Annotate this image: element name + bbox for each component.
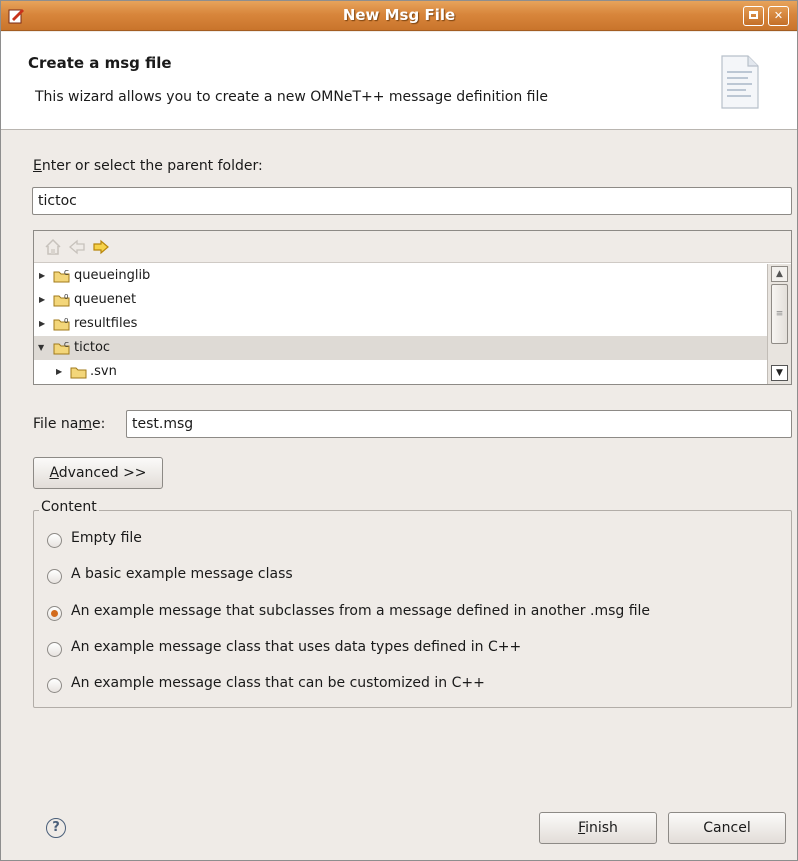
close-icon: ✕ [773, 9, 784, 22]
tree-item-label: tictoc [74, 340, 111, 355]
advanced-mnemonic: A [49, 465, 59, 481]
parent-folder-mnemonic: E [33, 158, 42, 174]
close-button[interactable]: ✕ [768, 6, 789, 26]
finish-button[interactable]: Finish [539, 812, 657, 844]
wizard-banner: Create a msg file This wizard allows you… [1, 32, 797, 130]
forward-arrow-icon[interactable] [92, 238, 110, 256]
file-name-mnemonic: m [78, 416, 92, 432]
radio-button[interactable] [47, 569, 62, 584]
document-icon [721, 55, 759, 109]
home-icon[interactable] [44, 238, 62, 256]
tree-row-queueinglib[interactable]: ▶ C queueinglib [34, 264, 767, 288]
page-title: Create a msg file [28, 54, 172, 72]
parent-folder-input[interactable]: tictoc [32, 187, 792, 215]
maximize-button[interactable] [743, 6, 764, 26]
radio-button[interactable] [47, 533, 62, 548]
back-arrow-icon[interactable] [68, 238, 86, 256]
collapse-arrow-icon[interactable]: ▼ [38, 336, 48, 360]
radio-button-selected[interactable] [47, 606, 62, 621]
project-folder-icon: 0 [53, 317, 70, 331]
option-label: An example message that subclasses from … [71, 603, 651, 619]
content-group-title: Content [39, 499, 99, 515]
expand-arrow-icon[interactable]: ▶ [39, 264, 49, 288]
option-label: An example message class that uses data … [71, 639, 522, 655]
advanced-button[interactable]: Advanced >> [33, 457, 163, 489]
tree-item-label: .svn [90, 364, 117, 379]
file-name-input[interactable]: test.msg [126, 410, 792, 438]
svg-text:0: 0 [64, 317, 68, 325]
option-label: An example message class that can be cus… [71, 675, 485, 691]
tree-item-label: resultfiles [74, 316, 138, 331]
file-name-label: File name: [33, 416, 105, 432]
radio-button[interactable] [47, 642, 62, 657]
tree-row-queuenet[interactable]: ▶ 0 queuenet [34, 288, 767, 312]
expand-arrow-icon[interactable]: ▶ [56, 360, 66, 384]
help-icon[interactable]: ? [46, 818, 66, 838]
parent-folder-label-text: nter or select the parent folder: [41, 158, 263, 174]
page-description: This wizard allows you to create a new O… [35, 89, 548, 105]
maximize-icon [749, 11, 758, 19]
folder-icon [70, 367, 87, 379]
tree-row-tictoc[interactable]: ▼ C tictoc [34, 336, 767, 360]
finish-label: inish [585, 820, 618, 836]
tree-row-svn[interactable]: ▶ .svn [34, 360, 767, 384]
scroll-up-button[interactable]: ▲ [771, 266, 788, 282]
project-folder-icon: C [53, 341, 70, 355]
scroll-down-button[interactable]: ▼ [771, 365, 788, 381]
svg-text:C: C [64, 269, 69, 277]
cancel-button[interactable]: Cancel [668, 812, 786, 844]
tree-item-label: queueinglib [74, 268, 151, 283]
wizard-window: New Msg File ✕ Create a msg file This wi… [0, 0, 798, 861]
tree-toolbar [34, 231, 791, 263]
advanced-label: dvanced >> [58, 465, 147, 481]
project-folder-icon: C [53, 269, 70, 283]
parent-folder-label: Enter or select the parent folder: [33, 158, 263, 174]
tree-item-label: queuenet [74, 292, 137, 307]
scroll-thumb[interactable]: ≡ [771, 284, 788, 344]
option-label: Empty file [71, 530, 142, 546]
tree-scrollbar[interactable]: ▲ ≡ ▼ [767, 264, 791, 384]
expand-arrow-icon[interactable]: ▶ [39, 288, 49, 312]
project-folder-icon: 0 [53, 293, 70, 307]
tree-rows: ▶ C queueinglib ▶ 0 queuenet ▶ 0 resultf… [34, 264, 767, 384]
title-bar[interactable]: New Msg File ✕ [1, 1, 797, 31]
tree-row-resultfiles[interactable]: ▶ 0 resultfiles [34, 312, 767, 336]
file-name-label-a: File na [33, 416, 79, 432]
expand-arrow-icon[interactable]: ▶ [39, 312, 49, 336]
window-title: New Msg File [342, 6, 456, 24]
svg-text:0: 0 [64, 293, 68, 301]
file-name-label-b: e: [91, 416, 106, 432]
svg-text:C: C [64, 341, 69, 349]
option-label: A basic example message class [71, 566, 293, 582]
radio-button[interactable] [47, 678, 62, 693]
folder-tree[interactable]: ▶ C queueinglib ▶ 0 queuenet ▶ 0 resultf… [33, 230, 792, 385]
